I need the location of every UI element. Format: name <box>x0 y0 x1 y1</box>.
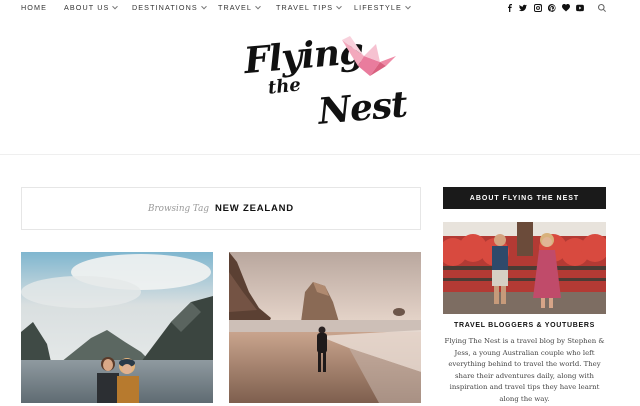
nav-item-home[interactable]: HOME <box>21 3 47 12</box>
search-icon[interactable] <box>597 3 606 12</box>
chevron-down-icon <box>255 3 261 10</box>
nav-item-travel[interactable]: TRAVEL <box>218 3 261 12</box>
pinterest-icon[interactable] <box>547 3 556 12</box>
nav-item-destinations[interactable]: DESTINATIONS <box>132 3 207 12</box>
site-logo[interactable]: Flying the Nest <box>240 30 408 136</box>
facebook-icon[interactable] <box>505 3 514 12</box>
chevron-down-icon <box>405 3 411 10</box>
chevron-down-icon <box>112 3 119 10</box>
browsing-tag-prefix: Browsing Tag <box>148 203 209 214</box>
header-divider <box>0 154 640 155</box>
paper-crane-icon <box>342 36 396 76</box>
nav-item-travel-tips[interactable]: TRAVEL TIPS <box>276 3 342 12</box>
nav-item-lifestyle[interactable]: LIFESTYLE <box>354 3 411 12</box>
about-description: Flying The Nest is a travel blog by Step… <box>444 337 605 403</box>
youtube-icon[interactable] <box>575 3 584 12</box>
top-navigation: HOME ABOUT US DESTINATIONS TRAVEL TRAVEL… <box>0 0 640 16</box>
browsing-tag-name: NEW ZEALAND <box>214 203 294 214</box>
twitter-icon[interactable] <box>518 3 527 12</box>
logo-text-nest: Nest <box>316 83 409 133</box>
chevron-down-icon <box>200 3 207 10</box>
about-photo <box>443 222 606 314</box>
heart-icon[interactable] <box>561 3 570 12</box>
browsing-tag-banner: Browsing Tag NEW ZEALAND <box>21 187 421 230</box>
about-widget-title: ABOUT FLYING THE NEST <box>443 187 606 209</box>
post-thumbnail-fjord[interactable] <box>21 252 213 403</box>
instagram-icon[interactable] <box>533 3 542 12</box>
about-subtitle: TRAVEL BLOGGERS & YOUTUBERS <box>453 322 596 329</box>
nav-item-about-us[interactable]: ABOUT US <box>64 3 119 12</box>
logo-text-the: the <box>266 74 302 99</box>
chevron-down-icon <box>336 3 342 10</box>
post-thumbnail-beach[interactable] <box>229 252 421 403</box>
